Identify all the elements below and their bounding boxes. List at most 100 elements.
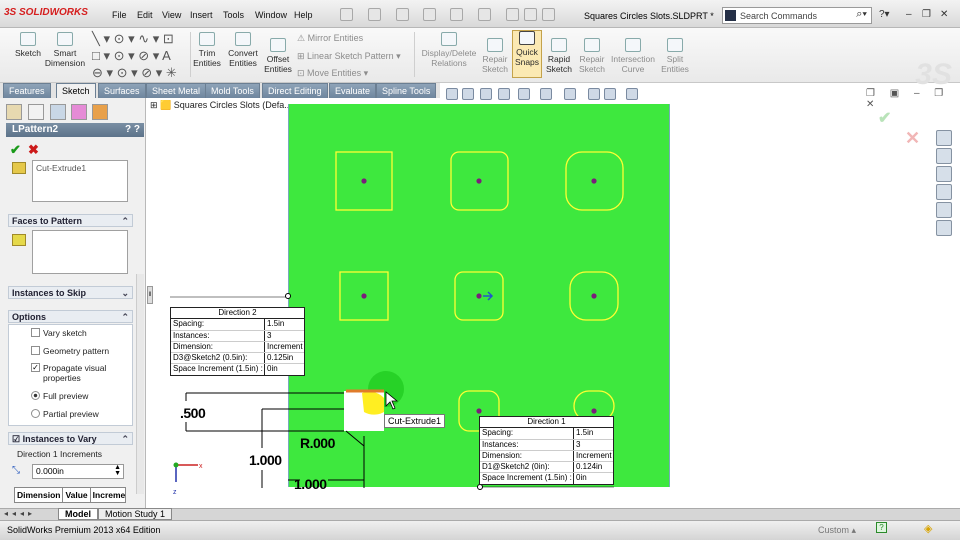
- sketch-point[interactable]: [476, 178, 482, 184]
- dimension-value[interactable]: Increment: [573, 450, 613, 462]
- view-palette-icon[interactable]: [936, 184, 952, 200]
- space-increment-value[interactable]: 0in: [264, 364, 304, 375]
- increment-value[interactable]: 0.125in: [264, 353, 304, 364]
- collapse-icon[interactable]: ⌃: [121, 215, 129, 227]
- dimxpert-tab-icon[interactable]: [71, 104, 87, 120]
- solidworks-resources-icon[interactable]: [936, 130, 952, 146]
- increment-value[interactable]: 0.124in: [573, 462, 613, 473]
- help-status-icon[interactable]: ?: [876, 522, 887, 533]
- geometry-pattern-checkbox[interactable]: [31, 346, 40, 357]
- vary-sketch-checkbox[interactable]: [31, 328, 40, 339]
- sketch-point[interactable]: [476, 293, 482, 299]
- partial-preview-radio[interactable]: [31, 409, 40, 420]
- confirm-ok-icon[interactable]: ✔: [878, 108, 891, 128]
- tab-model[interactable]: Model: [58, 508, 98, 520]
- table-row: Dimension: Increment: [171, 341, 304, 354]
- dimension-value[interactable]: Increment: [264, 341, 304, 353]
- status-bar: SolidWorks Premium 2013 x64 Edition: [0, 520, 960, 540]
- help-icon[interactable]: ? ?: [125, 123, 140, 137]
- instances-to-vary-checkbox[interactable]: ☑: [12, 434, 23, 444]
- sketch-point[interactable]: [591, 178, 597, 184]
- dimension-1000-vertical[interactable]: 1.000: [249, 452, 282, 468]
- features-to-pattern-list[interactable]: Cut-Extrude1: [32, 160, 128, 202]
- property-manager-tab-icon[interactable]: [28, 104, 44, 120]
- rebuild-status-icon[interactable]: ◈: [924, 522, 932, 535]
- increment-icon: ⤡: [12, 465, 20, 476]
- partial-preview-label: Partial preview: [43, 409, 99, 419]
- table-row: Spacing: 1.5in: [480, 428, 613, 440]
- table-row: Space Increment (1.5in) :0in: [171, 364, 304, 375]
- space-increment-value[interactable]: 0in: [573, 473, 613, 484]
- sketch-point[interactable]: [591, 293, 597, 299]
- tab-nav-icons[interactable]: ◂◂◂▸: [4, 509, 36, 518]
- dimension-1000-horizontal[interactable]: 1.000: [294, 476, 327, 492]
- table-row: Spacing: 1.5in: [171, 319, 304, 331]
- instances-to-skip-group[interactable]: Instances to Skip ⌄: [8, 286, 133, 299]
- column-header[interactable]: Value: [63, 488, 91, 502]
- cancel-button[interactable]: ✖: [28, 142, 39, 158]
- feature-manager-tab-icon[interactable]: [6, 104, 22, 120]
- instances-to-vary-group[interactable]: ☑ Instances to Vary ⌃: [8, 432, 133, 445]
- collapse-icon[interactable]: ⌃: [121, 433, 129, 445]
- ok-button[interactable]: ✔: [10, 142, 21, 158]
- table-row: D1@Sketch2 (0in): 0.124in: [480, 462, 613, 474]
- direction1-callout[interactable]: Direction 1 Spacing: 1.5in Instances: 3 Di…: [479, 416, 614, 485]
- collapse-icon[interactable]: ⌃: [121, 311, 129, 323]
- z-axis-label: z: [173, 489, 177, 496]
- table-row: D3@Sketch2 (0.5in): 0.125in: [171, 353, 304, 365]
- list-item[interactable]: Cut-Extrude1: [33, 161, 127, 175]
- sketch-point[interactable]: [361, 293, 367, 299]
- x-axis-label: x: [199, 463, 203, 470]
- vary-sketch-label: Vary sketch: [43, 328, 87, 338]
- panel-collapse-handle[interactable]: ‖: [147, 286, 153, 304]
- instances-value[interactable]: 3: [264, 330, 304, 341]
- spacing-value[interactable]: 1.5in: [264, 319, 304, 330]
- direction-arrow-icon[interactable]: [483, 291, 494, 301]
- dimension-radius[interactable]: R.000: [300, 435, 335, 451]
- sketch-point[interactable]: [476, 408, 482, 414]
- tab-motion-study[interactable]: Motion Study 1: [98, 508, 173, 520]
- confirm-cancel-icon[interactable]: ✕: [905, 128, 920, 149]
- table-row: Instances: 3: [480, 439, 613, 451]
- increment-spinner[interactable]: 0.000in ▲ ▼: [32, 464, 124, 479]
- selection-tooltip: Cut-Extrude1: [384, 414, 446, 428]
- faces-to-pattern-list[interactable]: [32, 230, 128, 274]
- dimension-500[interactable]: .500: [180, 405, 206, 421]
- table-row: Dimension: Increment: [480, 450, 613, 463]
- instances-value[interactable]: 3: [573, 439, 613, 450]
- panel-scrollbar[interactable]: [136, 274, 144, 494]
- features-to-pattern-icon: [12, 162, 26, 174]
- propagate-checkbox[interactable]: ✓: [31, 363, 40, 372]
- handle-point[interactable]: [477, 484, 483, 490]
- property-manager-title: LPattern2 ? ?: [6, 123, 144, 137]
- increments-table-header: Dimension Value Increme: [14, 487, 126, 503]
- direction1-title: Direction 1: [480, 417, 613, 429]
- column-header[interactable]: Dimension: [15, 488, 64, 502]
- expand-icon[interactable]: ⌄: [121, 287, 129, 299]
- spacing-value[interactable]: 1.5in: [573, 428, 613, 439]
- leader-line: [345, 430, 365, 447]
- full-preview-label: Full preview: [43, 391, 89, 401]
- direction1-increments-label: Direction 1 Increments: [17, 449, 103, 459]
- faces-icon: [12, 234, 26, 246]
- file-explorer-icon[interactable]: [936, 166, 952, 182]
- display-manager-tab-icon[interactable]: [92, 104, 108, 120]
- spinner-arrows-icon[interactable]: ▲ ▼: [114, 464, 121, 477]
- table-row: Space Increment (1.5in) :0in: [480, 473, 613, 484]
- custom-properties-icon[interactable]: [936, 220, 952, 236]
- custom-dropdown[interactable]: Custom ▴: [818, 523, 870, 537]
- full-preview-radio[interactable]: [31, 391, 40, 402]
- handle-point[interactable]: [285, 293, 291, 299]
- configuration-manager-tab-icon[interactable]: [50, 104, 66, 120]
- appearances-icon[interactable]: [936, 202, 952, 218]
- geometry-pattern-label: Geometry pattern: [43, 346, 110, 356]
- propagate-label: Propagate visual properties: [43, 363, 107, 383]
- options-group[interactable]: Options ⌃: [8, 310, 133, 323]
- sketch-point[interactable]: [361, 178, 367, 184]
- column-header[interactable]: Increme: [91, 488, 125, 502]
- design-library-icon[interactable]: [936, 148, 952, 164]
- faces-to-pattern-group[interactable]: Faces to Pattern ⌃: [8, 214, 133, 227]
- direction2-callout[interactable]: Direction 2 Spacing: 1.5in Instances: 3 Di…: [170, 307, 305, 376]
- sketch-point[interactable]: [591, 408, 597, 414]
- origin-icon: [173, 462, 179, 468]
